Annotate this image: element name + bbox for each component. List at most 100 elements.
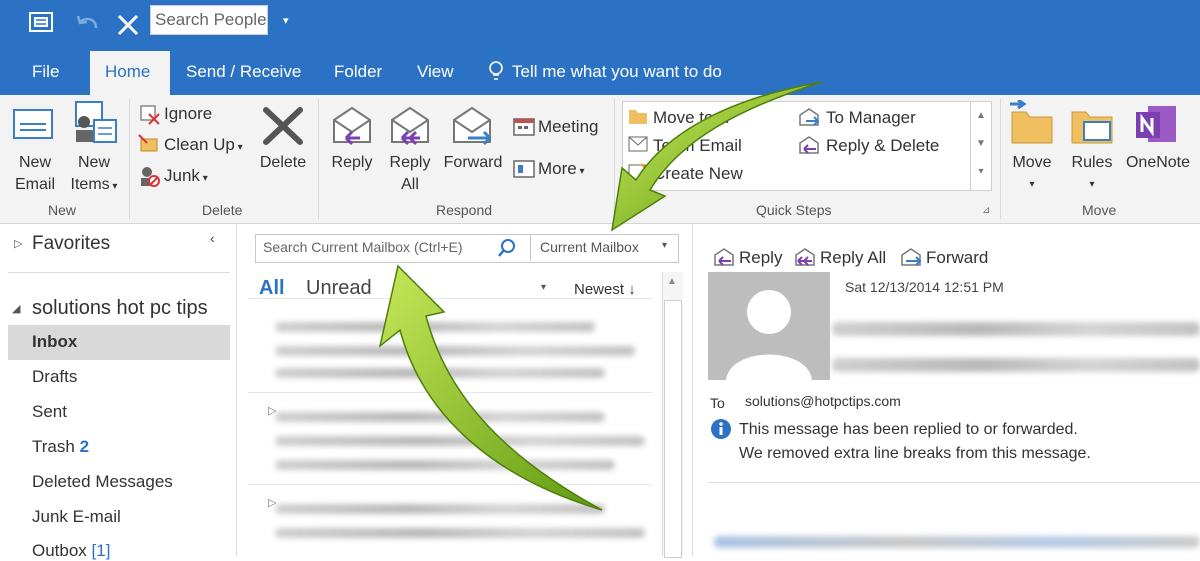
expand-icon[interactable]: ▷ bbox=[14, 237, 22, 250]
undo-icon[interactable] bbox=[74, 12, 100, 36]
folder-inbox[interactable]: Inbox bbox=[32, 332, 77, 352]
message-date: Sat 12/13/2014 12:51 PM bbox=[845, 279, 1004, 295]
folder-trash-label: Trash bbox=[32, 437, 75, 456]
close-icon[interactable] bbox=[115, 12, 141, 38]
tab-home[interactable]: Home bbox=[105, 62, 150, 82]
scroll-up-icon[interactable]: ▲ bbox=[667, 276, 677, 287]
move-icon bbox=[1010, 100, 1053, 144]
folder-trash[interactable]: Trash 2 bbox=[32, 437, 89, 457]
quick-step-team-email[interactable]: Team Email bbox=[653, 136, 742, 156]
folder-outbox-label: Outbox bbox=[32, 541, 87, 560]
new-email-label-1: New bbox=[18, 154, 51, 171]
onenote-button[interactable]: OneNote bbox=[1120, 152, 1196, 174]
quick-step-create-new[interactable]: Create New bbox=[653, 164, 743, 184]
move-label: Move bbox=[1012, 154, 1052, 171]
reply-all-button[interactable]: Reply All bbox=[384, 152, 436, 196]
forward-button[interactable]: Forward bbox=[440, 152, 506, 174]
avatar bbox=[708, 272, 830, 380]
filter-all[interactable]: All bbox=[259, 277, 285, 300]
reply-all-icon bbox=[795, 248, 815, 266]
rules-icon bbox=[1071, 111, 1113, 144]
quick-step-reply-delete[interactable]: Reply & Delete bbox=[826, 136, 939, 156]
to-manager-icon bbox=[799, 108, 820, 126]
folder-outbox[interactable]: Outbox [1] bbox=[32, 541, 110, 561]
junk-label: Junk bbox=[164, 166, 200, 185]
quick-step-move-to[interactable]: Move to: ? bbox=[653, 108, 732, 128]
folder-junk-email[interactable]: Junk E-mail bbox=[32, 507, 121, 527]
lightbulb-icon bbox=[489, 61, 503, 80]
reply-button[interactable]: Reply bbox=[326, 152, 378, 174]
new-email-button[interactable]: New Email bbox=[10, 152, 60, 196]
tab-view[interactable]: View bbox=[417, 62, 454, 82]
folder-drafts[interactable]: Drafts bbox=[32, 367, 77, 387]
divider bbox=[1000, 99, 1001, 219]
tab-folder[interactable]: Folder bbox=[334, 62, 382, 82]
divider bbox=[248, 298, 652, 299]
ignore-button[interactable]: Ignore bbox=[164, 104, 212, 124]
reply-all-label-1: Reply bbox=[389, 154, 431, 171]
tab-file[interactable]: File bbox=[32, 62, 59, 82]
recipient-address: solutions@hotpctips.com bbox=[745, 393, 901, 409]
ignore-icon bbox=[140, 105, 160, 125]
chevron-down-icon[interactable]: ▾ bbox=[662, 240, 667, 251]
clean-up-label: Clean Up bbox=[164, 135, 235, 154]
move-button[interactable]: Move ▾ bbox=[1006, 152, 1058, 196]
search-scope-dropdown[interactable]: Current Mailbox bbox=[540, 239, 639, 255]
reading-reply-all-button[interactable]: Reply All bbox=[820, 248, 886, 268]
delete-button[interactable]: Delete bbox=[252, 152, 314, 174]
clean-up-button[interactable]: Clean Up ▾ bbox=[164, 135, 243, 155]
sort-order-button[interactable]: Newest ↓ bbox=[574, 281, 636, 298]
arrow-to-search-box bbox=[378, 264, 603, 511]
folder-deleted-messages[interactable]: Deleted Messages bbox=[32, 472, 173, 492]
scroll-down-icon[interactable]: ▼ bbox=[971, 130, 991, 158]
collapse-pane-icon[interactable]: ‹ bbox=[210, 230, 215, 246]
collapse-icon[interactable]: ◢ bbox=[12, 302, 20, 315]
team-email-icon bbox=[628, 136, 648, 152]
quick-access-dropdown-icon[interactable]: ▾ bbox=[283, 14, 289, 27]
scroll-up-icon[interactable]: ▲ bbox=[971, 102, 991, 130]
rules-label: Rules bbox=[1071, 154, 1113, 171]
junk-button[interactable]: Junk ▾ bbox=[164, 166, 208, 186]
blurred-text bbox=[275, 322, 595, 332]
reply-all-icon bbox=[391, 106, 429, 146]
onenote-icon bbox=[1136, 106, 1176, 142]
blurred-text bbox=[275, 460, 615, 470]
new-items-button[interactable]: New Items ▾ bbox=[66, 152, 122, 198]
create-new-icon bbox=[628, 163, 648, 180]
blurred-text bbox=[275, 368, 605, 378]
more-label: More bbox=[538, 159, 577, 178]
send-receive-all-icon[interactable] bbox=[28, 9, 56, 37]
reply-icon bbox=[333, 106, 371, 146]
divider bbox=[129, 99, 130, 219]
meeting-button[interactable]: Meeting bbox=[538, 117, 598, 137]
tell-me-search[interactable]: Tell me what you want to do bbox=[512, 62, 722, 82]
tab-send-receive[interactable]: Send / Receive bbox=[186, 62, 301, 82]
blurred-text bbox=[275, 436, 645, 446]
quick-step-to-manager[interactable]: To Manager bbox=[826, 108, 916, 128]
sort-label: Newest bbox=[574, 281, 625, 298]
search-icon[interactable] bbox=[496, 237, 518, 259]
folder-sent[interactable]: Sent bbox=[32, 402, 67, 422]
more-icon bbox=[513, 160, 535, 178]
favorites-header[interactable]: Favorites bbox=[32, 233, 110, 255]
delete-icon bbox=[263, 107, 303, 145]
reading-reply-button[interactable]: Reply bbox=[739, 248, 782, 268]
scrollbar-thumb[interactable] bbox=[664, 300, 682, 558]
blurred-text bbox=[275, 412, 605, 422]
rules-button[interactable]: Rules ▾ bbox=[1066, 152, 1118, 196]
quick-steps-scroll[interactable]: ▲ ▼ ▾ bbox=[970, 101, 992, 191]
mailbox-search-input[interactable]: Search Current Mailbox (Ctrl+E) bbox=[263, 239, 463, 255]
filter-dropdown-icon[interactable]: ▾ bbox=[541, 282, 546, 293]
reading-forward-button[interactable]: Forward bbox=[926, 248, 988, 268]
blurred-text bbox=[275, 504, 605, 514]
account-header[interactable]: solutions hot pc tips bbox=[32, 297, 208, 320]
divider bbox=[248, 392, 652, 393]
filter-unread[interactable]: Unread bbox=[306, 277, 372, 300]
more-button[interactable]: More ▾ bbox=[538, 159, 585, 179]
divider bbox=[692, 224, 693, 556]
expand-gallery-icon[interactable]: ▾ bbox=[971, 158, 991, 186]
dialog-launcher-icon[interactable]: ⊿ bbox=[982, 205, 990, 216]
to-label: To bbox=[710, 395, 725, 411]
divider bbox=[708, 482, 1200, 483]
search-people-input[interactable]: Search People bbox=[150, 5, 268, 35]
